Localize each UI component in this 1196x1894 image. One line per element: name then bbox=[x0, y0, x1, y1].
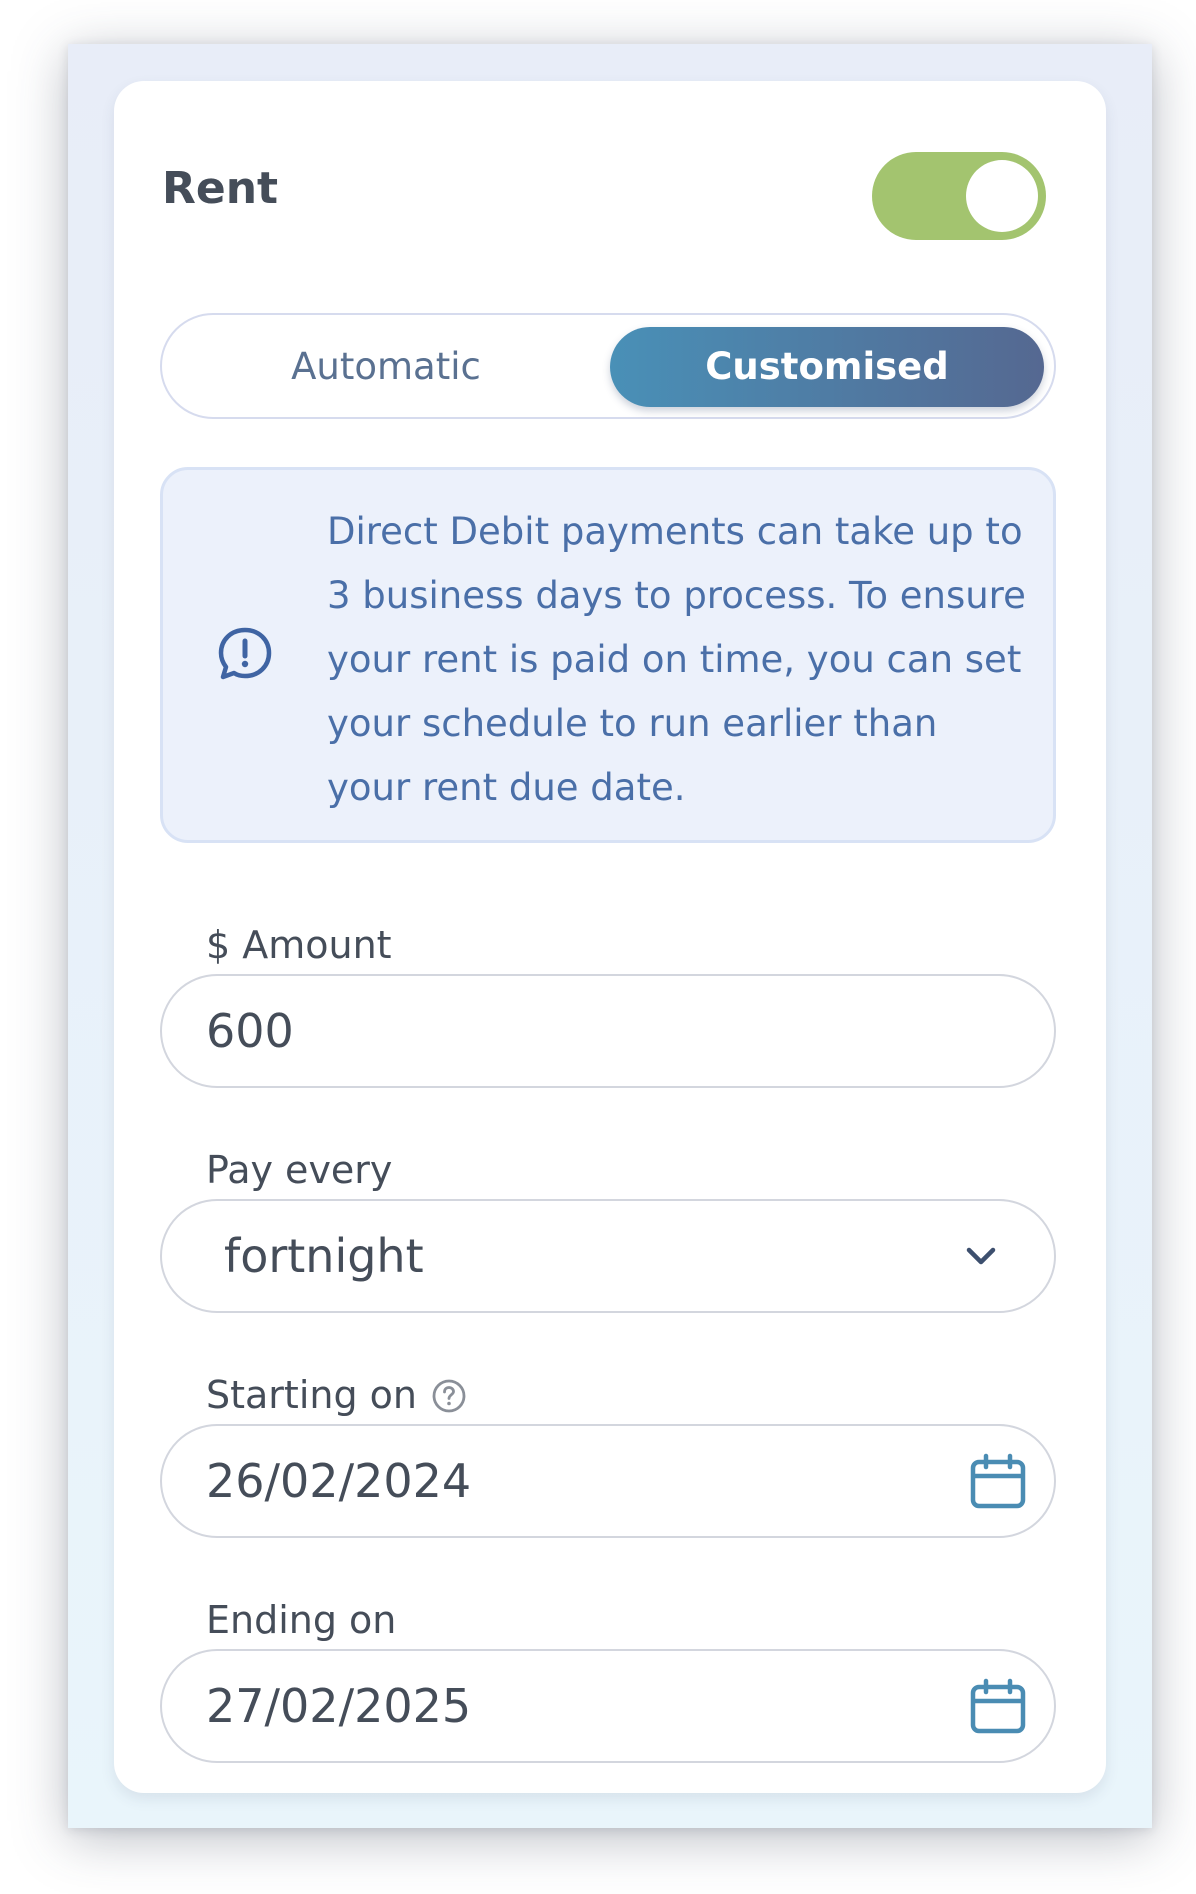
frequency-select[interactable]: fortnight bbox=[160, 1199, 1056, 1313]
end-date-input[interactable]: 27/02/2025 bbox=[160, 1649, 1056, 1763]
start-date-value: 26/02/2024 bbox=[206, 1454, 472, 1508]
rent-title: Rent bbox=[162, 163, 279, 214]
amount-label: $ Amount bbox=[206, 923, 392, 967]
start-date-input[interactable]: 26/02/2024 bbox=[160, 1424, 1056, 1538]
tab-automatic[interactable]: Automatic bbox=[168, 327, 604, 407]
frequency-value: fortnight bbox=[224, 1229, 424, 1283]
rent-card: Rent Automatic Customised Direct Debit p… bbox=[114, 81, 1106, 1793]
alert-speech-bubble-icon bbox=[218, 627, 272, 680]
amount-input[interactable]: 600 bbox=[160, 974, 1056, 1088]
mode-segmented-control: Automatic Customised bbox=[160, 313, 1056, 419]
calendar-icon[interactable] bbox=[968, 1452, 1028, 1512]
tab-customised[interactable]: Customised bbox=[610, 327, 1044, 407]
pay-every-label: Pay every bbox=[206, 1148, 393, 1192]
question-circle-icon[interactable] bbox=[431, 1378, 467, 1414]
info-banner: Direct Debit payments can take up to 3 b… bbox=[160, 467, 1056, 843]
end-date-value: 27/02/2025 bbox=[206, 1679, 472, 1733]
calendar-icon[interactable] bbox=[968, 1677, 1028, 1737]
rent-enable-toggle[interactable] bbox=[872, 152, 1046, 240]
info-message: Direct Debit payments can take up to 3 b… bbox=[327, 510, 1026, 809]
chevron-down-icon bbox=[966, 1247, 996, 1265]
starting-on-label: Starting on bbox=[206, 1376, 467, 1414]
amount-value: 600 bbox=[206, 1004, 294, 1058]
starting-on-text: Starting on bbox=[206, 1373, 418, 1417]
toggle-knob bbox=[966, 160, 1038, 232]
ending-on-label: Ending on bbox=[206, 1598, 397, 1642]
